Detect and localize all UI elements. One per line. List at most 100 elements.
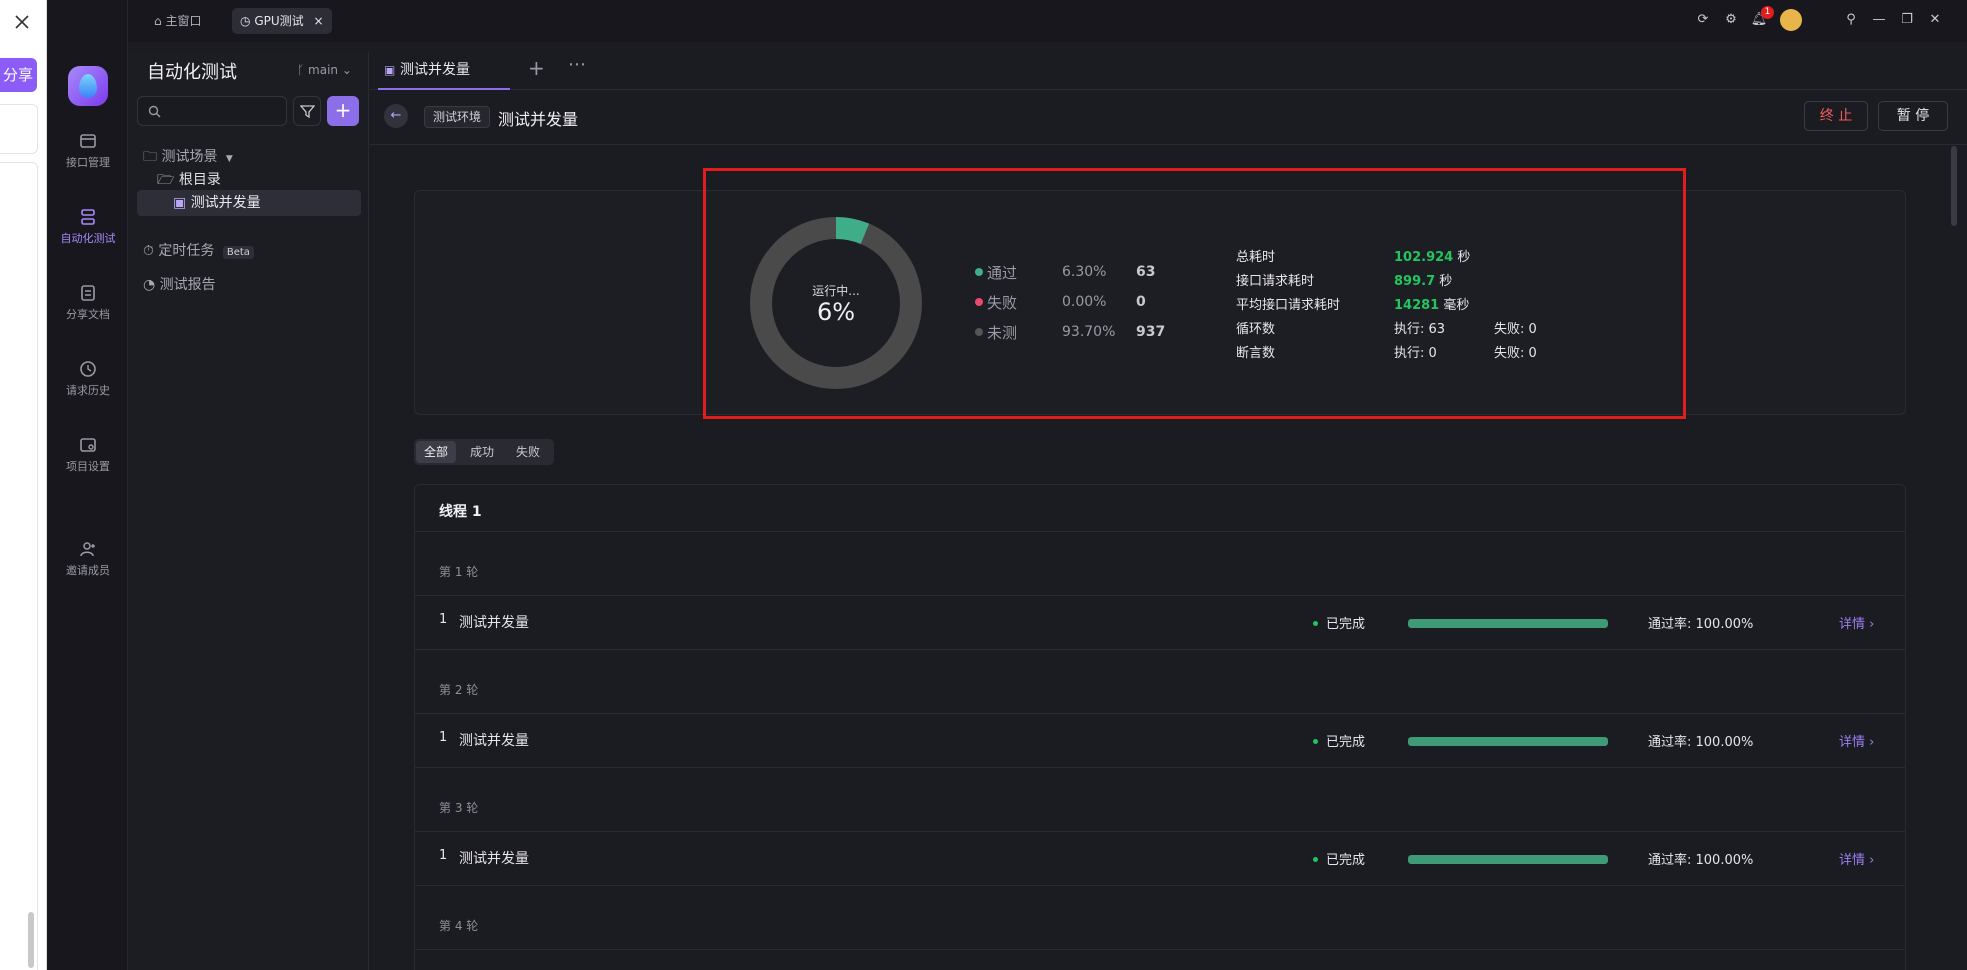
divider — [415, 649, 1905, 650]
folder-icon: 🗀︎ — [143, 149, 157, 165]
nav-invite-members[interactable]: 邀请成员 — [48, 540, 128, 578]
pass-rate: 通过率: 100.00% — [1648, 735, 1754, 750]
detail-link[interactable]: 详情 › — [1839, 731, 1874, 750]
filter-success[interactable]: 成功 — [462, 441, 502, 463]
divider — [415, 531, 1905, 532]
back-button[interactable]: ← — [384, 104, 408, 128]
pause-button[interactable]: 暂 停 — [1878, 101, 1948, 131]
detail-link[interactable]: 详情 › — [1839, 849, 1874, 868]
nav-project-settings[interactable]: 项目设置 — [48, 436, 128, 474]
tree-node-scenes[interactable]: 🗀︎ 测试场景 ▼ — [143, 146, 233, 170]
panel-title: 自动化测试 — [147, 62, 237, 83]
row-name: 测试并发量 — [459, 615, 529, 631]
highlight-box — [703, 168, 1686, 419]
title-bar: ⌂ 主窗口 ◷ GPU测试 × ⟳ ⚙ 🔔︎ 1 ⚲ — ❐ ✕ — [128, 0, 1967, 42]
tree-node-report[interactable]: ◔ 测试报告 — [143, 274, 216, 294]
case-icon: ▣ — [173, 195, 187, 211]
row-index: 1 — [439, 612, 448, 627]
close-icon[interactable] — [12, 12, 32, 32]
nav-automation-test[interactable]: 自动化测试 — [48, 208, 128, 246]
page-header: ← 测试环境 测试并发量 终 止 暂 停 — [370, 90, 1967, 145]
progress-bar — [1408, 737, 1608, 746]
page-title: 测试并发量 — [498, 110, 579, 129]
row-name: 测试并发量 — [459, 733, 529, 749]
progress-bar — [1408, 619, 1608, 628]
project-settings-icon — [80, 438, 96, 452]
more-icon[interactable]: ⋯ — [568, 54, 586, 75]
document-icon — [81, 285, 95, 301]
tab-gpu-test[interactable]: ◷ GPU测试 × — [232, 8, 332, 34]
nav-share-docs[interactable]: 分享文档 — [48, 284, 128, 322]
round-label: 第 1 轮 — [439, 565, 479, 579]
divider — [415, 949, 1905, 950]
api-icon — [80, 134, 96, 148]
new-tab-button[interactable]: + — [528, 56, 545, 80]
close-window-icon[interactable]: ✕ — [1926, 11, 1944, 29]
panel-content — [0, 162, 38, 970]
tab-case-icon: ▣ — [384, 63, 396, 77]
beta-badge: Beta — [222, 246, 254, 259]
history-icon — [80, 361, 96, 377]
table-row[interactable]: 1 测试并发量 已完成 通过率: 100.00% 详情 › — [415, 714, 1905, 766]
tab-main-window[interactable]: ⌂ 主窗口 — [146, 8, 209, 34]
tree-node-timed-tasks[interactable]: ⏱︎ 定时任务 Beta — [143, 240, 254, 260]
filter-button[interactable] — [293, 96, 321, 126]
status-badge: 已完成 — [1313, 731, 1365, 750]
home-icon: ⌂ — [154, 14, 162, 28]
detail-link[interactable]: 详情 › — [1839, 613, 1874, 632]
row-index: 1 — [439, 730, 448, 745]
add-scene-button[interactable]: + — [327, 96, 359, 126]
logo-drop-icon — [79, 74, 97, 98]
panel-scrollbar[interactable] — [28, 912, 34, 968]
branch-icon: ᚴ — [297, 63, 305, 77]
row-name: 测试并发量 — [459, 851, 529, 867]
pass-rate: 通过率: 100.00% — [1648, 617, 1754, 632]
environment-tag[interactable]: 测试环境 — [424, 106, 491, 128]
app-logo — [68, 66, 108, 106]
maximize-icon[interactable]: ❐ — [1898, 11, 1916, 29]
pin-icon[interactable]: ⚲ — [1842, 11, 1860, 29]
progress-bar — [1408, 855, 1608, 864]
filter-fail[interactable]: 失败 — [508, 441, 548, 463]
project-icon: ◷ — [240, 14, 251, 28]
tree-node-case[interactable]: ▣ 测试并发量 — [137, 190, 361, 216]
thread-label: 线程 1 — [439, 504, 482, 520]
filter-all[interactable]: 全部 — [416, 441, 457, 463]
nav-api-management[interactable]: 接口管理 — [48, 132, 128, 170]
app-window: 分享 ⌂ 主窗口 ◷ GPU测试 × ⟳ ⚙ 🔔︎ 1 ⚲ — ❐ ✕ 接口管理 — [0, 0, 1967, 970]
add-user-icon — [80, 542, 95, 557]
table-row[interactable]: 1 测试并发量 已完成 通过率: 100.00% 详情 › — [415, 596, 1905, 648]
notification-badge: 1 — [1761, 6, 1774, 19]
app-sidebar: 接口管理 自动化测试 分享文档 请求历史 项目设置 邀请成员 — [48, 0, 128, 970]
branch-selector[interactable]: ᚴ main ⌄ — [297, 63, 352, 77]
close-tab-icon[interactable]: × — [313, 14, 323, 28]
main-tab-bar: ▣ 测试并发量 + ⋯ — [370, 52, 1967, 90]
caret-down-icon: ▼ — [225, 154, 233, 164]
row-index: 1 — [439, 848, 448, 863]
minimize-icon[interactable]: — — [1870, 11, 1888, 29]
round-label: 第 4 轮 — [439, 919, 479, 933]
timer-icon: ⏱︎ — [143, 243, 154, 259]
refresh-icon[interactable]: ⟳ — [1694, 11, 1712, 29]
side-panel: 分享 — [0, 0, 47, 970]
stop-button[interactable]: 终 止 — [1804, 101, 1868, 131]
table-row[interactable]: 1 测试并发量 已完成 通过率: 100.00% 详情 › — [415, 832, 1905, 884]
search-input[interactable] — [137, 96, 287, 126]
share-button[interactable]: 分享 — [0, 58, 37, 92]
nav-request-history[interactable]: 请求历史 — [48, 360, 128, 398]
folder-open-icon: 🗁︎ — [157, 172, 175, 188]
report-icon: ◔ — [143, 277, 156, 293]
pass-rate: 通过率: 100.00% — [1648, 853, 1754, 868]
status-badge: 已完成 — [1313, 849, 1365, 868]
search-icon — [148, 105, 161, 118]
panel-card — [0, 104, 38, 154]
round-label: 第 2 轮 — [439, 683, 479, 697]
avatar[interactable] — [1780, 9, 1802, 31]
main-scrollbar[interactable] — [1951, 146, 1957, 226]
divider — [415, 767, 1905, 768]
filter-icon — [300, 105, 315, 119]
settings-icon[interactable]: ⚙ — [1722, 11, 1740, 29]
automation-icon — [81, 209, 95, 225]
result-list: 线程 1 第 1 轮 1 测试并发量 已完成 通过率: 100.00% 详情 ›… — [414, 484, 1906, 970]
tab-test-concurrency[interactable]: ▣ 测试并发量 — [378, 52, 510, 90]
